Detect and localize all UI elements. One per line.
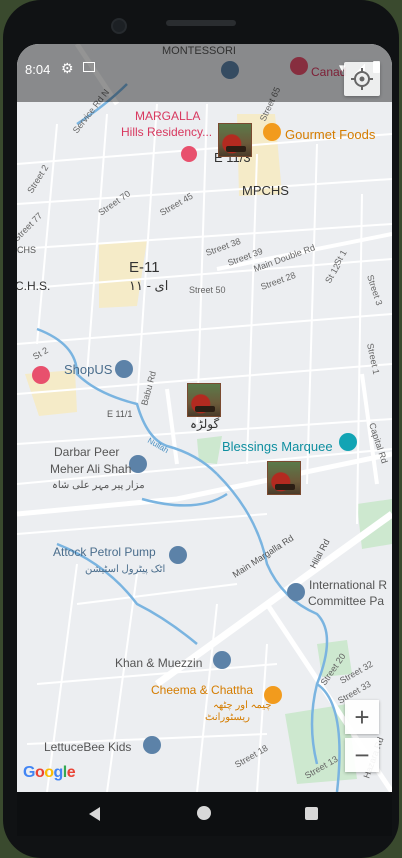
event-venue-pin-icon[interactable] bbox=[339, 433, 357, 451]
gas-station-pin-icon[interactable] bbox=[169, 546, 187, 564]
back-icon[interactable] bbox=[89, 807, 100, 821]
map-label: Committee Pa bbox=[308, 594, 384, 608]
map-label: Hills Residency... bbox=[121, 125, 212, 139]
map-label: مزار پیر مہر علی شاہ bbox=[52, 480, 145, 491]
map-label: Street 50 bbox=[189, 285, 226, 295]
restaurant-pin-icon[interactable] bbox=[263, 123, 281, 141]
zoom-in-button[interactable]: + bbox=[345, 700, 379, 734]
google-logo: Google bbox=[23, 764, 76, 781]
home-icon[interactable] bbox=[197, 806, 211, 820]
status-bar: 8:04 ⚙ ▾ ◢ bbox=[17, 44, 392, 102]
map-label: ریسٹورانٹ bbox=[205, 712, 250, 723]
vehicle-photo-marker[interactable] bbox=[267, 461, 301, 495]
map-label: CHS bbox=[17, 245, 36, 255]
landmark-pin-icon[interactable] bbox=[129, 455, 147, 473]
place-pin-icon[interactable] bbox=[287, 583, 305, 601]
map-label: E-11 bbox=[129, 259, 160, 276]
vehicle-photo-marker[interactable] bbox=[218, 123, 252, 157]
map-label: چیمہ اور چٹھہ bbox=[213, 700, 272, 711]
screen: MONTESSORI Canad Service Rd N MARGALLA H… bbox=[17, 44, 392, 792]
map-label: Meher Ali Shah bbox=[50, 462, 131, 476]
map-label: Gourmet Foods bbox=[285, 127, 376, 142]
map-label: Khan & Muezzin bbox=[115, 656, 202, 670]
hotel-pin-icon[interactable] bbox=[181, 146, 197, 162]
place-pin-icon[interactable] bbox=[213, 651, 231, 669]
map-view[interactable]: MONTESSORI Canad Service Rd N MARGALLA H… bbox=[17, 44, 392, 792]
map-label: Cheema & Chattha bbox=[151, 683, 253, 697]
place-pin-icon[interactable] bbox=[143, 736, 161, 754]
map-label: MARGALLA bbox=[135, 109, 200, 123]
my-location-button[interactable] bbox=[344, 62, 380, 96]
map-label: ای - ۱۱ bbox=[129, 278, 168, 293]
front-camera bbox=[111, 18, 127, 34]
map-label: C.H.S. bbox=[17, 279, 50, 293]
map-label: LettuceBee Kids bbox=[44, 740, 131, 754]
map-label: اٹک پیٹرول اسٹیشن bbox=[85, 564, 165, 575]
map-label: گولڑہ bbox=[190, 417, 220, 431]
crosshair-icon bbox=[351, 68, 373, 90]
place-pin-icon[interactable] bbox=[115, 360, 133, 378]
android-nav-bar bbox=[17, 792, 392, 836]
hotel-pin-icon[interactable] bbox=[32, 366, 50, 384]
map-label: International R bbox=[309, 578, 387, 592]
settings-gear-icon: ⚙ bbox=[61, 60, 74, 76]
map-label: E 11/1 bbox=[107, 409, 132, 419]
mail-notification-icon bbox=[83, 62, 95, 72]
map-label: Blessings Marquee bbox=[222, 439, 333, 454]
status-time: 8:04 bbox=[25, 62, 51, 77]
recent-apps-icon[interactable] bbox=[305, 807, 318, 820]
map-label: ShopUS bbox=[64, 362, 113, 377]
speaker-grille bbox=[166, 20, 236, 26]
vehicle-photo-marker[interactable] bbox=[187, 383, 221, 417]
map-label: Darbar Peer bbox=[54, 445, 119, 459]
map-label: Attock Petrol Pump bbox=[53, 545, 156, 559]
zoom-out-button[interactable]: − bbox=[345, 738, 379, 772]
map-label: MPCHS bbox=[242, 183, 289, 198]
